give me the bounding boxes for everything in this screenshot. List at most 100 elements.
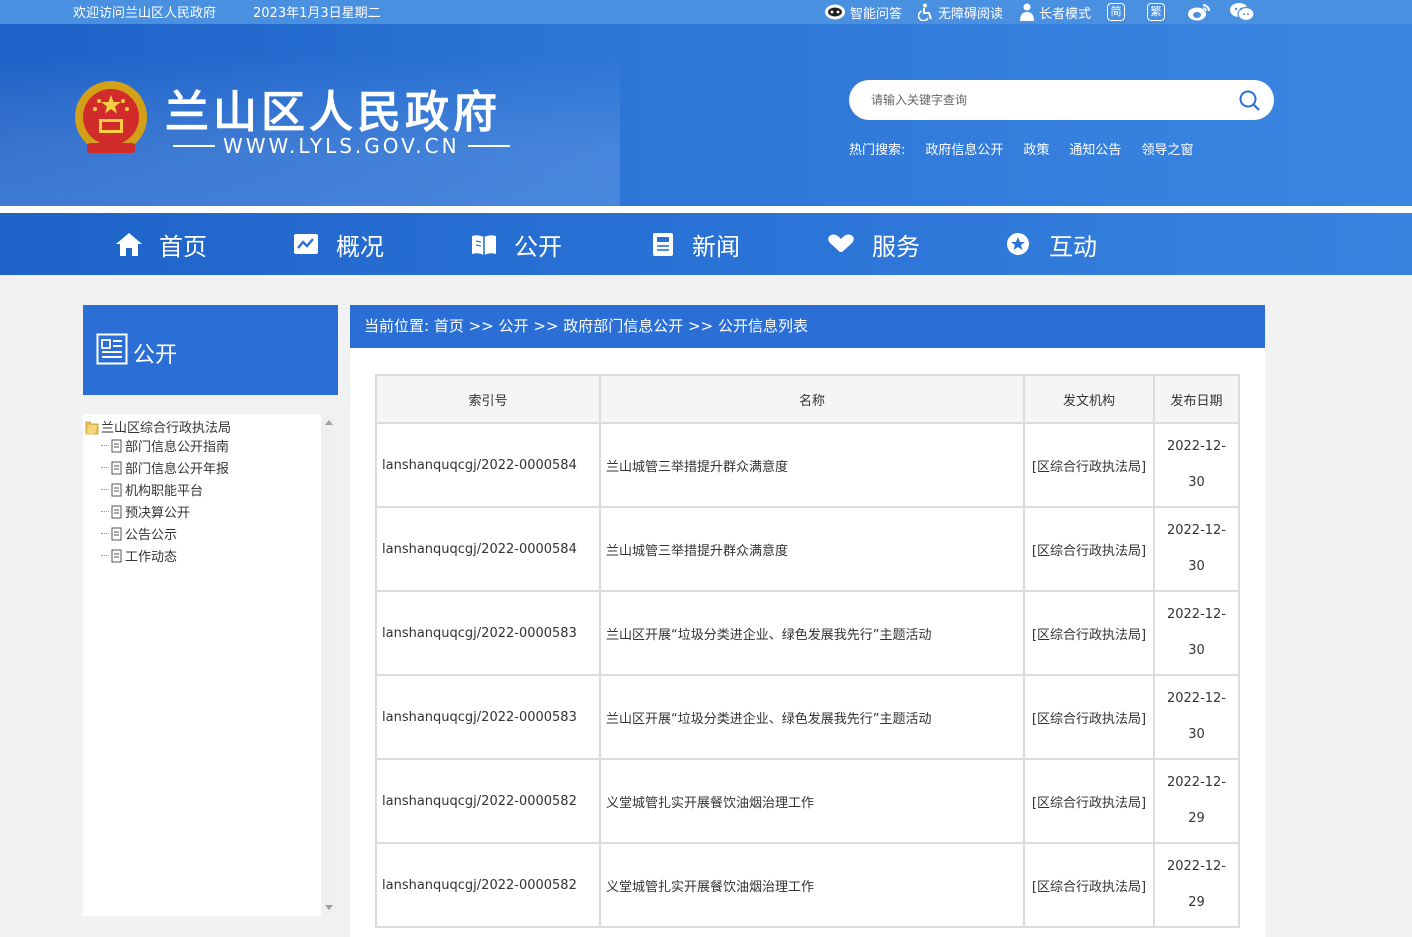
hot-search: 热门搜索: 政府信息公开 政策 通知公告 领导之窗	[849, 139, 1213, 158]
main-nav: 首页 概况 公开 新闻 服务 互动	[0, 213, 1412, 275]
accessibility-label: 无障碍阅读	[938, 6, 1004, 22]
cell-issuer: [区综合行政执法局]	[1023, 422, 1155, 508]
document-icon	[111, 527, 122, 540]
elder-mode-button[interactable]: 长者模式	[1019, 3, 1091, 22]
national-emblem-icon[interactable]	[73, 79, 149, 159]
breadcrumb-separator: >>	[463, 317, 499, 335]
cell-index-no: lanshanquqcgj/2022-0000582	[375, 758, 601, 844]
nav-label-service: 服务	[872, 232, 920, 261]
breadcrumb-prefix: 当前位置:	[364, 317, 434, 335]
simplified-chinese-button[interactable]: 简	[1107, 3, 1126, 21]
cell-title-link[interactable]: 兰山城管三举措提升群众满意度	[599, 422, 1025, 508]
cell-issuer: [区综合行政执法局]	[1023, 674, 1155, 760]
tree-item-annual-report[interactable]: 部门信息公开年报	[101, 458, 229, 477]
cell-title-link[interactable]: 兰山城管三举措提升群众满意度	[599, 506, 1025, 592]
nav-item-home[interactable]: 首页	[115, 213, 207, 275]
breadcrumb-separator: >>	[683, 317, 718, 335]
cell-date: 2022-12-30	[1153, 422, 1240, 508]
tree-item-label: 预决算公开	[125, 506, 191, 521]
nav-label-home: 首页	[159, 232, 207, 261]
cell-date: 2022-12-29	[1153, 842, 1240, 928]
tree-connector	[101, 467, 109, 468]
document-icon	[111, 461, 122, 474]
tree-item-budget[interactable]: 预决算公开	[101, 502, 190, 521]
hot-link-leaders[interactable]: 领导之窗	[1141, 139, 1193, 158]
main-panel: 当前位置: 首页 >> 公开 >> 政府部门信息公开 >> 公开信息列表 索引号…	[350, 305, 1265, 937]
nav-label-news: 新闻	[692, 232, 740, 261]
site-header: 兰山区人民政府 WWW.LYLS.GOV.CN 热门搜索: 政府信息公开 政策 …	[0, 24, 1412, 206]
nav-item-overview[interactable]: 概况	[292, 213, 384, 275]
tree-connector	[101, 511, 109, 512]
cell-title-link[interactable]: 兰山区开展“垃圾分类进企业、绿色发展我先行”主题活动	[599, 674, 1025, 760]
hot-link-policy[interactable]: 政策	[1023, 139, 1049, 158]
cell-date: 2022-12-30	[1153, 590, 1240, 676]
accessibility-icon	[918, 3, 932, 21]
document-list-icon	[96, 333, 128, 365]
table-row: lanshanquqcgj/2022-0000583 兰山区开展“垃圾分类进企业…	[375, 674, 1240, 760]
elder-icon	[1020, 3, 1035, 21]
traditional-chinese-button[interactable]: 繁	[1147, 3, 1166, 21]
elder-mode-label: 长者模式	[1039, 6, 1092, 22]
table-row: lanshanquqcgj/2022-0000584 兰山城管三举措提升群众满意…	[375, 506, 1240, 592]
heart-hand-icon	[827, 234, 854, 254]
search-box	[849, 80, 1274, 120]
cell-date: 2022-12-29	[1153, 758, 1240, 844]
table-row: lanshanquqcgj/2022-0000584 兰山城管三举措提升群众满意…	[375, 422, 1240, 508]
cell-issuer: [区综合行政执法局]	[1023, 758, 1155, 844]
smart-qa-button[interactable]: 智能问答	[824, 3, 902, 22]
nav-item-open[interactable]: 公开	[470, 213, 562, 275]
nav-item-service[interactable]: 服务	[826, 213, 920, 275]
scroll-down-icon[interactable]	[325, 905, 333, 910]
url-right-line	[467, 145, 510, 147]
cell-date: 2022-12-30	[1153, 674, 1240, 760]
table-row: lanshanquqcgj/2022-0000582 义堂城管扎实开展餐饮油烟治…	[375, 842, 1240, 928]
breadcrumb-dept-info[interactable]: 政府部门信息公开	[563, 317, 683, 335]
weibo-icon[interactable]	[1187, 2, 1211, 22]
chat-star-icon	[1007, 233, 1029, 255]
cell-title-link[interactable]: 兰山区开展“垃圾分类进企业、绿色发展我先行”主题活动	[599, 590, 1025, 676]
breadcrumb-home[interactable]: 首页	[434, 317, 464, 335]
header-index-no: 索引号	[375, 374, 601, 424]
table-row: lanshanquqcgj/2022-0000583 兰山区开展“垃圾分类进企业…	[375, 590, 1240, 676]
info-table: 索引号 名称 发文机构 发布日期 lanshanquqcgj/2022-0000…	[375, 374, 1240, 928]
tree-root-label: 兰山区综合行政执法局	[101, 421, 232, 436]
accessibility-button[interactable]: 无障碍阅读	[918, 3, 1003, 22]
document-icon	[111, 549, 122, 562]
current-date: 2023年1月3日星期二	[253, 6, 381, 21]
breadcrumb-separator: >>	[528, 317, 564, 335]
cell-index-no: lanshanquqcgj/2022-0000584	[375, 422, 601, 508]
cell-index-no: lanshanquqcgj/2022-0000582	[375, 842, 601, 928]
cell-date: 2022-12-30	[1153, 506, 1240, 592]
site-url: WWW.LYLS.GOV.CN	[165, 134, 518, 158]
cell-title-link[interactable]: 义堂城管扎实开展餐饮油烟治理工作	[599, 842, 1025, 928]
cell-title-link[interactable]: 义堂城管扎实开展餐饮油烟治理工作	[599, 758, 1025, 844]
tree-item-guide[interactable]: 部门信息公开指南	[101, 436, 229, 455]
hot-link-gov-info[interactable]: 政府信息公开	[925, 139, 1003, 158]
search-input[interactable]	[871, 90, 1211, 110]
tree-root-law-enforcement-bureau[interactable]: 兰山区综合行政执法局	[85, 417, 231, 436]
tree-item-functions[interactable]: 机构职能平台	[101, 480, 203, 499]
hot-search-label: 热门搜索:	[849, 143, 906, 158]
nav-item-news[interactable]: 新闻	[650, 213, 740, 275]
tree-item-notices[interactable]: 公告公示	[101, 524, 177, 543]
search-icon[interactable]	[1238, 89, 1262, 113]
nav-item-interact[interactable]: 互动	[1005, 213, 1097, 275]
nav-label-open: 公开	[514, 232, 562, 261]
hot-link-notice[interactable]: 通知公告	[1069, 139, 1121, 158]
sidebar-title: 公开	[133, 343, 178, 368]
wechat-icon[interactable]	[1229, 2, 1255, 22]
overview-icon	[294, 234, 318, 254]
cell-issuer: [区综合行政执法局]	[1023, 590, 1155, 676]
document-icon	[111, 483, 122, 496]
tree-connector	[101, 489, 109, 490]
breadcrumb-open[interactable]: 公开	[499, 317, 529, 335]
url-left-line	[173, 145, 215, 147]
nav-label-interact: 互动	[1049, 232, 1097, 261]
scroll-up-icon[interactable]	[325, 420, 333, 425]
open-book-icon	[472, 235, 496, 255]
site-title[interactable]: 兰山区人民政府	[165, 76, 501, 140]
tree-item-work-news[interactable]: 工作动态	[101, 546, 177, 565]
tree-item-label: 机构职能平台	[125, 484, 204, 499]
top-tools: 智能问答 无障碍阅读 长者模式 简 繁	[824, 0, 1255, 24]
tree-scrollbar[interactable]	[321, 414, 338, 916]
